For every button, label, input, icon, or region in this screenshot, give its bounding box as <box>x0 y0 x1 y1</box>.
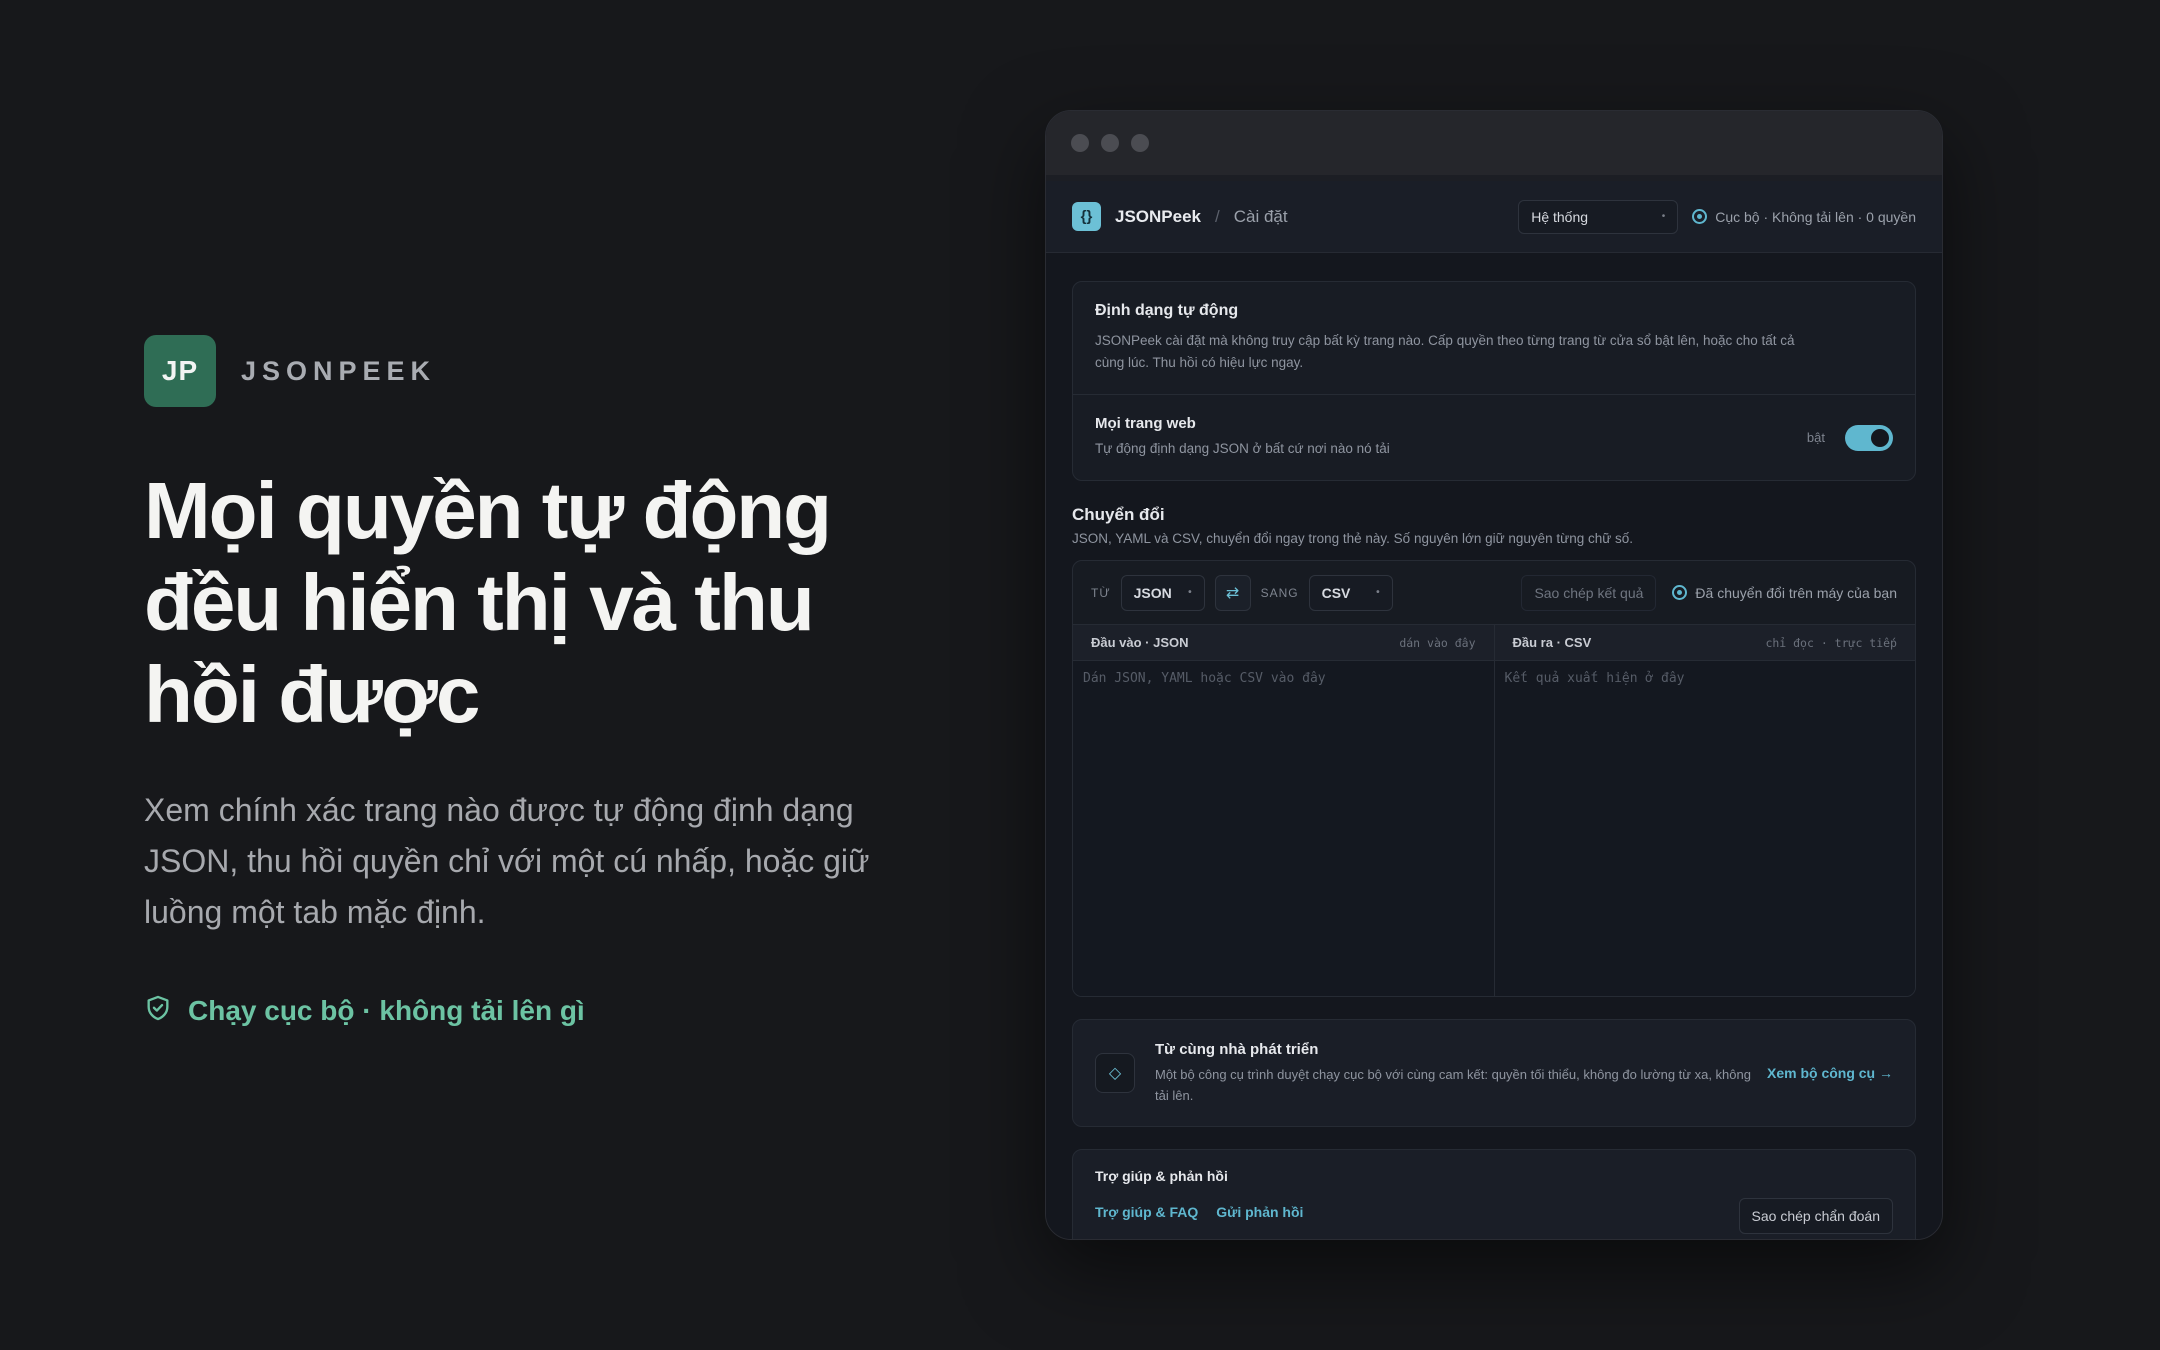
auto-format-card: Định dạng tự động JSONPeek cài đặt mà kh… <box>1072 281 1916 481</box>
input-pane-title: Đầu vào · JSON <box>1091 635 1189 650</box>
from-label: TỪ <box>1091 585 1111 600</box>
app-header: {} JSONPeek / Cài đặt Hệ thống • Cục bộ … <box>1046 181 1942 253</box>
help-card: Trợ giúp & phản hồi Trợ giúp & FAQ Gửi p… <box>1072 1149 1916 1239</box>
hero-headline: Mọi quyền tự động đều hiển thị và thu hồ… <box>144 466 832 739</box>
from-format-select[interactable]: JSON • <box>1120 574 1205 611</box>
app-name[interactable]: JSONPeek <box>1115 207 1201 227</box>
to-format-select[interactable]: CSV • <box>1308 574 1393 611</box>
all-sites-description: Tự động định dạng JSON ở bất cứ nơi nào … <box>1095 441 1390 456</box>
status-dot-icon <box>1672 585 1688 600</box>
converter-toolbar: TỪ JSON • ⇄ SANG CSV • Sao chép kết quả <box>1073 561 1915 625</box>
trust-text: Chạy cục bộ · không tải lên gì <box>188 994 585 1026</box>
settings-content: Định dạng tự động JSONPeek cài đặt mà kh… <box>1046 253 1942 1239</box>
output-textarea[interactable]: Kết quả xuất hiện ở đây <box>1494 661 1915 996</box>
theme-select[interactable]: Hệ thống • <box>1518 199 1679 234</box>
input-pane-hint: dán vào đây <box>1399 635 1476 650</box>
input-pane-header: Đầu vào · JSON dán vào đây <box>1073 625 1494 661</box>
brand: JP JSONPEEK <box>144 335 944 407</box>
feedback-link[interactable]: Gửi phản hồi <box>1216 1204 1303 1220</box>
promo-title: Từ cùng nhà phát triển <box>1155 1040 1319 1058</box>
converter-panes: Đầu vào · JSON dán vào đây Dán JSON, YAM… <box>1073 625 1915 996</box>
brand-logo: JP <box>144 335 216 407</box>
braces-icon: {} <box>1072 202 1101 231</box>
output-pane-hint: chỉ đọc · trực tiếp <box>1765 635 1897 650</box>
theme-select-value: Hệ thống <box>1531 208 1589 225</box>
privacy-status-text: Cục bộ · Không tải lên · 0 quyền <box>1715 208 1916 225</box>
view-toolkit-link[interactable]: Xem bộ công cụ → <box>1767 1065 1893 1081</box>
copy-diagnostics-button[interactable]: Sao chép chẩn đoán <box>1738 1198 1893 1234</box>
converter-status-text: Đã chuyển đổi trên máy của bạn <box>1695 584 1897 601</box>
diamond-icon: ◇ <box>1095 1053 1135 1093</box>
all-sites-title: Mọi trang web <box>1095 415 1196 432</box>
developer-promo-card: ◇ Từ cùng nhà phát triển Một bộ công cụ … <box>1072 1019 1916 1127</box>
all-sites-text: Mọi trang web Tự động định dạng JSON ở b… <box>1095 415 1390 460</box>
hero-subhead: Xem chính xác trang nào được tự động địn… <box>144 792 870 930</box>
output-pane: Đầu ra · CSV chỉ đọc · trực tiếp Kết quả… <box>1493 625 1915 996</box>
settings-app: {} JSONPeek / Cài đặt Hệ thống • Cục bộ … <box>1046 181 1942 1239</box>
chevron-down-icon: • <box>1376 587 1380 598</box>
auto-format-intro: Định dạng tự động JSONPeek cài đặt mà kh… <box>1073 282 1915 394</box>
to-format-value: CSV <box>1321 584 1351 601</box>
input-pane: Đầu vào · JSON dán vào đây Dán JSON, YAM… <box>1073 625 1494 996</box>
minimize-window-dot[interactable] <box>1101 134 1119 152</box>
converter-description: JSON, YAML và CSV, chuyển đổi ngay trong… <box>1072 531 1634 546</box>
all-sites-toggle-group: bật <box>1806 424 1893 451</box>
swap-icon: ⇄ <box>1225 584 1240 602</box>
converter-title: Chuyển đổi <box>1072 505 1165 524</box>
converter-panel: TỪ JSON • ⇄ SANG CSV • Sao chép kết quả <box>1072 560 1916 997</box>
copy-result-button[interactable]: Sao chép kết quả <box>1521 574 1657 611</box>
help-title: Trợ giúp & phản hồi <box>1095 1168 1228 1184</box>
all-sites-row: Mọi trang web Tự động định dạng JSON ở b… <box>1073 394 1915 480</box>
swap-button[interactable]: ⇄ <box>1214 574 1251 611</box>
output-pane-header: Đầu ra · CSV chỉ đọc · trực tiếp <box>1494 625 1915 661</box>
promo-description: Một bộ công cụ trình duyệt chạy cục bộ v… <box>1155 1066 1751 1103</box>
brand-name: JSONPEEK <box>241 355 437 386</box>
to-label: SANG <box>1260 585 1299 600</box>
faq-link[interactable]: Trợ giúp & FAQ <box>1095 1204 1198 1220</box>
toggle-state-label: bật <box>1806 430 1825 445</box>
browser-window: {} JSONPeek / Cài đặt Hệ thống • Cục bộ … <box>1045 110 1943 1240</box>
status-dot-icon <box>1692 209 1708 224</box>
from-format-value: JSON <box>1133 584 1172 601</box>
chevron-down-icon: • <box>1188 587 1192 598</box>
auto-format-description: JSONPeek cài đặt mà không truy cập bất k… <box>1095 333 1795 370</box>
all-sites-toggle[interactable] <box>1845 424 1893 451</box>
output-pane-title: Đầu ra · CSV <box>1512 635 1592 650</box>
converter-status: Đã chuyển đổi trên máy của bạn <box>1672 585 1897 601</box>
window-titlebar <box>1046 111 1942 175</box>
auto-format-title: Định dạng tự động <box>1095 302 1239 319</box>
header-actions: Hệ thống • Cục bộ · Không tải lên · 0 qu… <box>1518 199 1916 234</box>
privacy-status: Cục bộ · Không tải lên · 0 quyền <box>1692 209 1916 225</box>
breadcrumb-separator: / <box>1215 206 1220 226</box>
promo-text: Từ cùng nhà phát triển Một bộ công cụ tr… <box>1155 1041 1755 1106</box>
maximize-window-dot[interactable] <box>1131 134 1149 152</box>
shield-check-icon <box>144 994 172 1027</box>
input-textarea[interactable]: Dán JSON, YAML hoặc CSV vào đây <box>1073 661 1494 996</box>
close-window-dot[interactable] <box>1071 134 1089 152</box>
breadcrumb: Cài đặt <box>1233 206 1288 226</box>
chevron-down-icon: • <box>1661 211 1666 222</box>
trust-line: Chạy cục bộ · không tải lên gì <box>144 994 944 1027</box>
hero-section: JP JSONPEEK Mọi quyền tự động đều hiển t… <box>144 335 944 1027</box>
